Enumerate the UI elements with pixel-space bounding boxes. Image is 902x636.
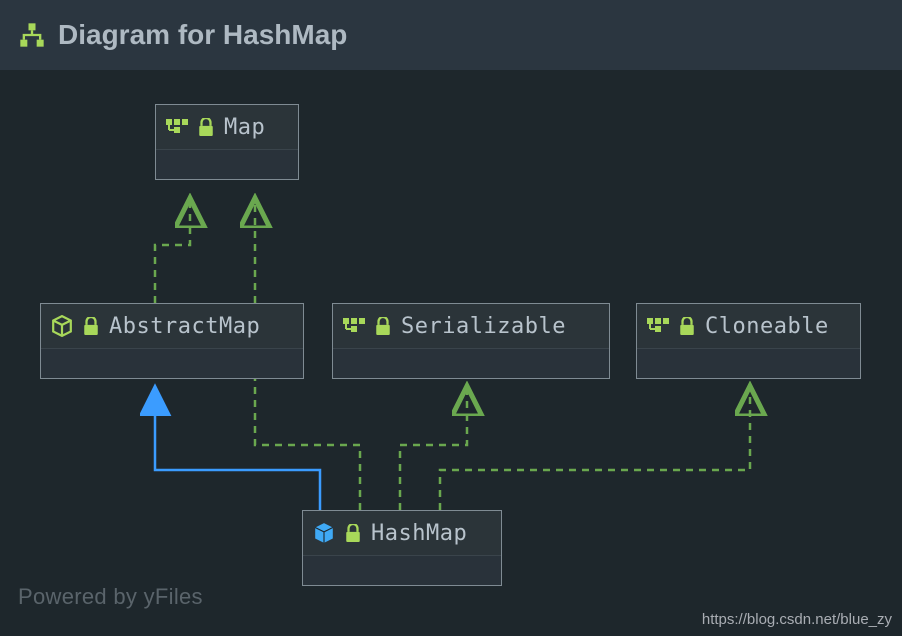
node-body (156, 149, 298, 179)
edge-hashmap-cloneable (440, 386, 750, 510)
lock-icon (345, 524, 361, 542)
node-map[interactable]: Map (155, 104, 299, 180)
lock-icon (679, 317, 695, 335)
node-hashmap[interactable]: HashMap (302, 510, 502, 586)
class-icon (313, 522, 335, 544)
lock-icon (83, 317, 99, 335)
lock-icon (198, 118, 214, 136)
lock-icon (375, 317, 391, 335)
page-title: Diagram for HashMap (58, 19, 347, 51)
interface-icon (166, 118, 188, 136)
edge-abstractmap-map (155, 198, 190, 303)
node-cloneable[interactable]: Cloneable (636, 303, 861, 379)
powered-by: Powered by yFiles (18, 584, 203, 610)
diagram-canvas: Map AbstractMap (0, 70, 902, 636)
interface-icon (647, 317, 669, 335)
node-body (303, 555, 501, 585)
node-serializable[interactable]: Serializable (332, 303, 610, 379)
node-label: AbstractMap (109, 314, 260, 339)
node-body (333, 348, 609, 378)
node-abstractmap[interactable]: AbstractMap (40, 303, 304, 379)
source-url: https://blog.csdn.net/blue_zy (702, 611, 892, 628)
node-label: Map (224, 115, 265, 140)
edge-hashmap-serializable (400, 386, 467, 510)
node-body (41, 348, 303, 378)
abstract-class-icon (51, 315, 73, 337)
node-label: HashMap (371, 521, 467, 546)
node-label: Cloneable (705, 314, 829, 339)
hierarchy-icon (18, 21, 46, 49)
node-label: Serializable (401, 314, 566, 339)
header: Diagram for HashMap (0, 0, 902, 70)
edge-hashmap-abstractmap (155, 386, 320, 510)
interface-icon (343, 317, 365, 335)
node-body (637, 348, 860, 378)
